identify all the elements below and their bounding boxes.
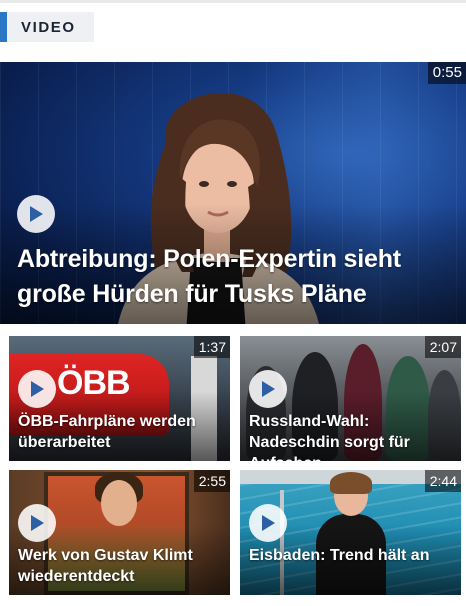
play-button[interactable] (18, 504, 56, 542)
video-tile-title[interactable]: Werk von Gustav Klimt wiederentdeckt (18, 545, 223, 587)
video-tile[interactable]: 2:44 Eisbaden: Trend hält an (240, 470, 461, 595)
video-tile-title[interactable]: Russland-Wahl: Nadeschdin sorgt für Aufs… (249, 411, 454, 461)
video-tile[interactable]: ÖBB 1:37 ÖBB-Fahrpläne werden überarbeit… (9, 336, 230, 461)
video-tile[interactable]: 2:07 Russland-Wahl: Nadeschdin sorgt für… (240, 336, 461, 461)
play-icon (30, 206, 43, 222)
play-icon (262, 381, 275, 397)
play-icon (31, 381, 44, 397)
video-tile-title[interactable]: ÖBB-Fahrpläne werden überarbeitet (18, 411, 223, 453)
play-icon (262, 515, 275, 531)
play-button[interactable] (249, 370, 287, 408)
play-icon (31, 515, 44, 531)
video-duration: 2:07 (424, 336, 461, 358)
video-duration: 2:44 (424, 470, 461, 492)
section-title: VIDEO (21, 18, 76, 36)
play-button[interactable] (249, 504, 287, 542)
featured-video-title[interactable]: Abtreibung: Polen-Expertin sieht große H… (17, 242, 447, 312)
top-divider (0, 0, 466, 3)
video-duration: 1:37 (193, 336, 230, 358)
video-tile-title[interactable]: Eisbaden: Trend hält an (249, 545, 454, 566)
featured-video[interactable]: 0:55 Abtreibung: Polen-Expertin sieht gr… (0, 62, 466, 324)
play-button[interactable] (17, 195, 55, 233)
video-duration: 2:55 (193, 470, 230, 492)
section-header: VIDEO (0, 12, 94, 42)
section-accent-bar (0, 12, 7, 42)
video-duration: 0:55 (427, 62, 466, 84)
video-tile[interactable]: 2:55 Werk von Gustav Klimt wiederentdeck… (9, 470, 230, 595)
play-button[interactable] (18, 370, 56, 408)
